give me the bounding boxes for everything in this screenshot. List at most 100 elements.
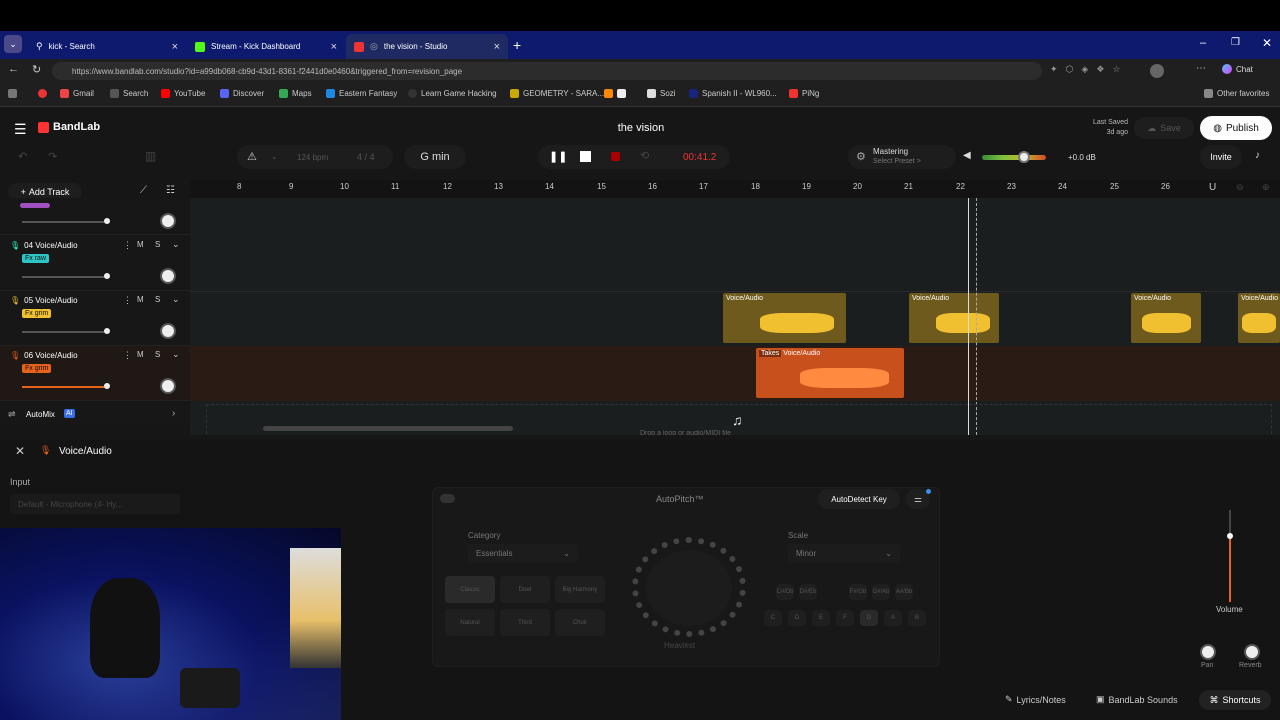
track-header-04[interactable]: 🎙 04 Voice/Audio Fx raw ⋮ M S ⌄: [0, 236, 190, 291]
chevron-down-icon[interactable]: ⌄: [172, 349, 180, 360]
fx-badge[interactable]: [20, 203, 50, 208]
window-close-button[interactable]: ✕: [1262, 36, 1272, 50]
other-favorites[interactable]: Other favorites: [1204, 89, 1269, 98]
automix-row[interactable]: ⇌ AutoMix AI ›: [0, 404, 190, 426]
chevron-down-icon[interactable]: ⌄: [172, 294, 180, 305]
audio-clip-takes[interactable]: Takes Voice/Audio: [756, 348, 904, 398]
pan-knob[interactable]: [160, 323, 176, 339]
note-key[interactable]: D#/Eb: [799, 584, 817, 600]
track-header-05[interactable]: 🎙 05 Voice/Audio Fx grim ⋮ M S ⌄: [0, 291, 190, 346]
track-menu-icon[interactable]: ⋮: [123, 240, 132, 251]
record-button[interactable]: [611, 152, 620, 161]
maximize-button[interactable]: ❐: [1231, 37, 1240, 48]
playhead[interactable]: [968, 198, 969, 435]
favorite-maps[interactable]: Maps: [279, 89, 312, 98]
tool-icon[interactable]: ⟋: [140, 185, 147, 196]
menu-dots-icon[interactable]: ⋯: [1196, 63, 1206, 74]
scale-select[interactable]: Minor ⌄: [788, 544, 900, 563]
track-header-03[interactable]: [0, 198, 190, 235]
note-key[interactable]: G#/Ab: [872, 584, 890, 600]
reading-icon[interactable]: [8, 89, 17, 98]
invite-button[interactable]: Invite: [1200, 145, 1242, 169]
favorite-sozi[interactable]: Sozi: [647, 89, 676, 98]
save-button[interactable]: ☁ Save: [1134, 117, 1194, 139]
favorite-discover[interactable]: Discover: [220, 89, 264, 98]
lane-track-06[interactable]: [190, 346, 1280, 401]
redo-icon[interactable]: ↷: [48, 150, 57, 163]
track-name[interactable]: 🎙 05 Voice/Audio: [10, 296, 78, 305]
master-volume-handle[interactable]: [1018, 151, 1030, 163]
effect-third[interactable]: Third: [500, 609, 550, 636]
track-volume-slider[interactable]: [22, 331, 110, 333]
mute-button[interactable]: M: [137, 295, 144, 304]
undo-icon[interactable]: ↶: [18, 150, 27, 163]
autopitch-toggle[interactable]: [440, 494, 455, 503]
track-volume-slider[interactable]: [22, 386, 108, 388]
note-key[interactable]: F#/Gb: [849, 584, 867, 600]
mixer-icon[interactable]: ▥: [145, 149, 156, 163]
volume-fader-handle[interactable]: [1227, 533, 1233, 539]
horizontal-scrollbar[interactable]: [263, 426, 513, 431]
note-key[interactable]: D: [788, 610, 806, 626]
audio-clip[interactable]: Voice/Audio: [1131, 293, 1201, 343]
new-tab-button[interactable]: +: [513, 37, 521, 53]
reload-icon[interactable]: ↻: [32, 63, 41, 76]
track-volume-handle[interactable]: [104, 328, 110, 334]
pan-knob[interactable]: [160, 213, 176, 229]
shortcuts-button[interactable]: ⌘ Shortcuts: [1199, 690, 1271, 710]
track-menu-icon[interactable]: ⋮: [123, 295, 132, 306]
tab-studio[interactable]: ◎ the vision - Studio ×: [346, 34, 508, 59]
effect-natural[interactable]: Natural: [445, 609, 495, 636]
favorite-youtube[interactable]: YouTube: [161, 89, 205, 98]
close-icon[interactable]: ×: [172, 41, 178, 53]
audio-clip[interactable]: Voice/Audio: [909, 293, 999, 343]
zoom-icon[interactable]: ⊖: [1236, 182, 1244, 193]
solo-button[interactable]: S: [155, 240, 160, 249]
track-volume-handle[interactable]: [104, 273, 110, 279]
metronome-icon[interactable]: ⚠: [247, 150, 257, 163]
time-signature[interactable]: 4 / 4: [357, 152, 375, 162]
effect-classic[interactable]: Classic: [445, 576, 495, 603]
favorite-spanish[interactable]: Spanish II - WL960...: [689, 89, 777, 98]
mute-button[interactable]: M: [137, 350, 144, 359]
close-panel-icon[interactable]: ✕: [15, 444, 25, 458]
input-device-select[interactable]: Default - Microphone (4- Hy...: [10, 494, 180, 514]
lyrics-notes-button[interactable]: ✎ Lyrics/Notes: [1005, 694, 1066, 705]
speaker-mute-icon[interactable]: ◀: [963, 150, 971, 161]
pause-button[interactable]: ❚❚: [549, 150, 567, 163]
audio-clip[interactable]: Voice/Audio: [1238, 293, 1280, 343]
favorite-search[interactable]: Search: [110, 89, 148, 98]
category-select[interactable]: Essentials ⌄: [468, 544, 578, 563]
effect-big-harmony[interactable]: Big Harmony: [555, 576, 605, 603]
timeline-ruler[interactable]: 8 9 10 11 12 13 14 15 16 17 18 19 20 21 …: [190, 180, 1280, 198]
takes-badge[interactable]: Takes: [759, 350, 782, 357]
favorite-youtube-like[interactable]: [38, 89, 47, 98]
track-menu-icon[interactable]: ⋮: [123, 350, 132, 361]
favorite-learn-game-hacking[interactable]: Learn Game Hacking: [408, 89, 497, 98]
effect-duet[interactable]: Duet: [500, 576, 550, 603]
profile-icon[interactable]: [1150, 64, 1164, 78]
note-key[interactable]: C: [764, 610, 782, 626]
note-key[interactable]: C#/Db: [776, 584, 794, 600]
track-volume-handle[interactable]: [104, 218, 110, 224]
tab-kick-dashboard[interactable]: Stream - Kick Dashboard ×: [187, 34, 345, 59]
magnet-icon[interactable]: U: [1209, 182, 1216, 193]
reverb-knob[interactable]: [1244, 644, 1260, 660]
track-header-06[interactable]: 🎙 06 Voice/Audio Fx grim ⋮ M S ⌄: [0, 346, 190, 401]
minimize-button[interactable]: –: [1200, 37, 1206, 49]
chevron-right-icon[interactable]: ›: [172, 408, 175, 419]
bandlab-sounds-button[interactable]: ▣ BandLab Sounds: [1096, 694, 1178, 705]
chevron-down-icon[interactable]: ⌄: [172, 239, 180, 250]
pan-knob[interactable]: [160, 268, 176, 284]
notification-bell-icon[interactable]: ♪: [1255, 150, 1260, 161]
favorite-gmail[interactable]: Gmail: [60, 89, 94, 98]
note-key[interactable]: A#/Bb: [895, 584, 913, 600]
track-volume-slider[interactable]: [22, 221, 110, 223]
track-name[interactable]: 🎙 04 Voice/Audio: [10, 241, 78, 250]
note-key[interactable]: B: [908, 610, 926, 626]
bpm-field[interactable]: 124 bpm: [297, 153, 328, 162]
favorite-ping[interactable]: PiNg: [789, 89, 819, 98]
autodetect-key-button[interactable]: AutoDetect Key: [818, 489, 900, 509]
favorite-geometry[interactable]: GEOMETRY - SARA...: [510, 89, 604, 98]
fx-badge[interactable]: Fx grim: [22, 364, 52, 373]
